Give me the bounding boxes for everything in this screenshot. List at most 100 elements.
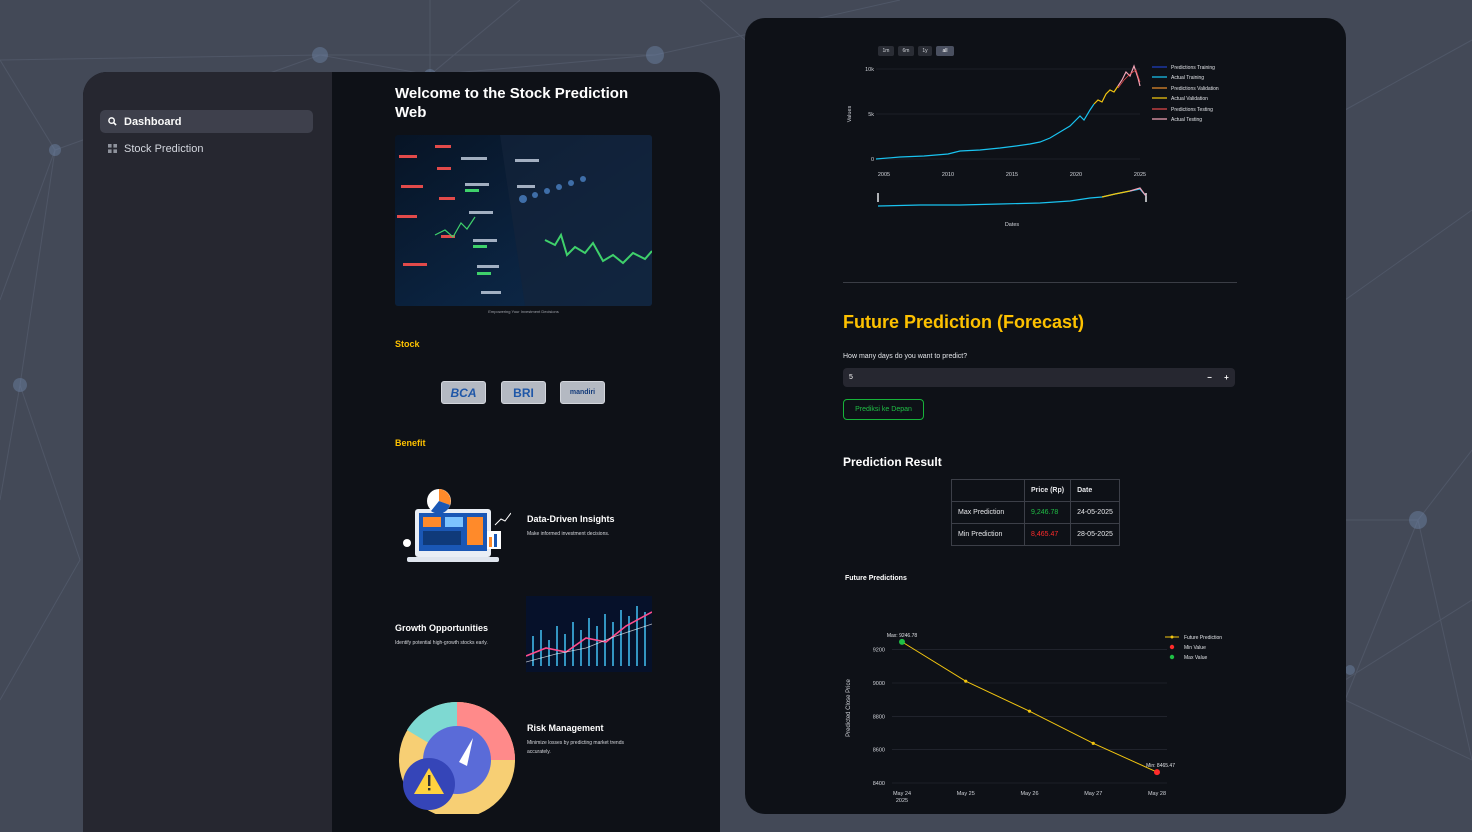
- dashboard-window: Dashboard Stock Prediction Welcome to th…: [83, 72, 720, 832]
- bri-logo-text: BRI: [513, 385, 534, 400]
- sidebar: Dashboard Stock Prediction: [83, 72, 332, 832]
- actual-validation-line: [1093, 85, 1119, 105]
- y-tick-label: 9000: [873, 681, 885, 687]
- range-button-1m[interactable]: 1m: [878, 46, 894, 56]
- future-prediction-line: [901, 641, 1158, 773]
- data-insights-illustration: [403, 487, 512, 569]
- table-row: Max Prediction 9,246.78 24-05-2025: [951, 501, 1120, 524]
- mandiri-logo-button[interactable]: mandiri: [560, 381, 605, 404]
- range-slider-line: [1129, 187, 1147, 197]
- y-tick-label: 5k: [868, 112, 874, 118]
- mandiri-logo-text: mandiri: [569, 389, 596, 396]
- x-tick-label: 2025: [896, 798, 908, 803]
- benefit-desc: Make informed investment decisions.: [527, 531, 610, 537]
- grid-icon: [106, 143, 118, 155]
- sidebar-item-label: Dashboard: [124, 115, 182, 128]
- row-date: 28-05-2025: [1070, 523, 1120, 546]
- y-tick-label: 8800: [873, 714, 885, 720]
- risk-gauge-illustration: [397, 696, 521, 818]
- history-chart[interactable]: 10k 5k 0 Values 2005 2010 2015 2020 2025…: [840, 58, 1240, 248]
- page-title: Welcome to the Stock Prediction Web: [395, 85, 629, 121]
- range-button-6m[interactable]: 6m: [898, 46, 914, 56]
- x-axis-label: Dates: [1005, 222, 1020, 228]
- benefit-desc: Minimize losses by predicting market tre…: [527, 740, 624, 755]
- sidebar-item-dashboard[interactable]: Dashboard: [100, 110, 313, 133]
- benefit-title: Risk Management: [527, 723, 604, 733]
- x-tick-label: May 27: [1084, 791, 1102, 797]
- x-tick-label: May 24: [893, 791, 911, 797]
- x-tick-label: May 28: [1148, 791, 1166, 797]
- legend-marker: [1169, 644, 1175, 650]
- row-price: 9,246.78: [1023, 501, 1072, 524]
- growth-chart-image: [525, 596, 653, 672]
- table-header: Price (Rp): [1023, 479, 1072, 502]
- min-value-marker: [1154, 769, 1160, 776]
- forecast-title: Future Prediction (Forecast): [843, 312, 1085, 332]
- days-number-input[interactable]: 5 − +: [843, 368, 1235, 387]
- row-price: 8,465.47: [1023, 523, 1072, 546]
- history-legend: Predictions Training Actual Training Pre…: [1152, 65, 1219, 123]
- bca-logo-text: BCA: [450, 385, 477, 400]
- bca-logo-button[interactable]: BCA: [441, 381, 486, 404]
- table-header: [951, 479, 1025, 502]
- benefit-title: Growth Opportunities: [395, 623, 488, 633]
- data-point: [1027, 709, 1032, 713]
- decrement-button[interactable]: −: [1201, 373, 1218, 382]
- benefit-desc: Identify potential high-growth stocks ea…: [395, 640, 488, 646]
- future-predictions-chart[interactable]: 8400 8600 8800 9000 9200 May 242025 May 25 May …: [840, 603, 1240, 803]
- table-header: Date: [1070, 479, 1120, 502]
- range-button-1y[interactable]: 1y: [918, 46, 932, 56]
- range-slider-line: [1101, 190, 1131, 198]
- prediction-window: 1m 6m 1y all 10k 5k 0 Values 2005 2010 2…: [745, 18, 1346, 814]
- legend-item: Predictions Testing: [1171, 107, 1213, 113]
- x-tick-label: 2015: [1006, 172, 1018, 178]
- y-axis-label: Predicted Close Price: [846, 678, 852, 736]
- future-chart-title: Future Predictions: [845, 575, 907, 582]
- y-tick-label: 0: [871, 157, 874, 163]
- legend-item: Actual Testing: [1171, 117, 1202, 123]
- actual-training-line: [875, 103, 1095, 160]
- x-tick-label: 2010: [942, 172, 954, 178]
- y-tick-label: 8400: [873, 781, 885, 787]
- legend-item: Predictions Validation: [1171, 86, 1219, 92]
- row-label: Min Prediction: [951, 523, 1025, 546]
- row-date: 24-05-2025: [1070, 501, 1120, 524]
- x-tick-label: May 26: [1020, 791, 1038, 797]
- days-value[interactable]: 5: [843, 374, 1201, 381]
- range-button-all[interactable]: all: [936, 46, 954, 56]
- predict-forward-button[interactable]: Prediksi ke Depan: [843, 399, 924, 420]
- data-point: [1091, 741, 1095, 745]
- prediction-result-table: Price (Rp) Date Max Prediction 9,246.78 …: [951, 479, 1120, 546]
- bri-logo-button[interactable]: BRI: [501, 381, 546, 404]
- table-row: Min Prediction 8,465.47 28-05-2025: [951, 523, 1120, 546]
- y-tick-label: 9200: [873, 648, 885, 654]
- y-axis-label: Values: [847, 106, 853, 123]
- legend-item: Predictions Training: [1171, 65, 1215, 71]
- prediction-result-title: Prediction Result: [843, 455, 942, 469]
- predictions-testing-line: [1117, 69, 1141, 89]
- legend-marker: [1169, 654, 1175, 660]
- legend-item: Future Prediction: [1184, 635, 1222, 641]
- sidebar-item-stock-prediction[interactable]: Stock Prediction: [100, 137, 313, 160]
- range-slider-line: [877, 188, 1147, 207]
- legend-item: Min Value: [1184, 645, 1206, 651]
- divider: [843, 282, 1237, 283]
- search-icon: [106, 116, 118, 128]
- sidebar-item-label: Stock Prediction: [124, 142, 204, 155]
- x-tick-label: May 25: [957, 791, 975, 797]
- legend-item: Max Value: [1184, 655, 1207, 661]
- row-label: Max Prediction: [951, 501, 1025, 524]
- x-tick-label: 2005: [878, 172, 890, 178]
- legend-item: Actual Validation: [1171, 96, 1208, 102]
- y-tick-label: 8600: [873, 748, 885, 754]
- annotation-label: Min: 8465.47: [1146, 763, 1175, 769]
- data-point: [964, 679, 968, 683]
- hero-caption: Empowering Your Investment Decisions: [488, 309, 559, 314]
- legend-item: Actual Training: [1171, 75, 1204, 81]
- benefit-title: Data-Driven Insights: [527, 514, 615, 524]
- stock-heading: Stock: [395, 339, 420, 349]
- benefit-heading: Benefit: [395, 438, 426, 448]
- x-tick-label: 2020: [1070, 172, 1082, 178]
- increment-button[interactable]: +: [1218, 373, 1235, 382]
- hero-image: [395, 135, 652, 306]
